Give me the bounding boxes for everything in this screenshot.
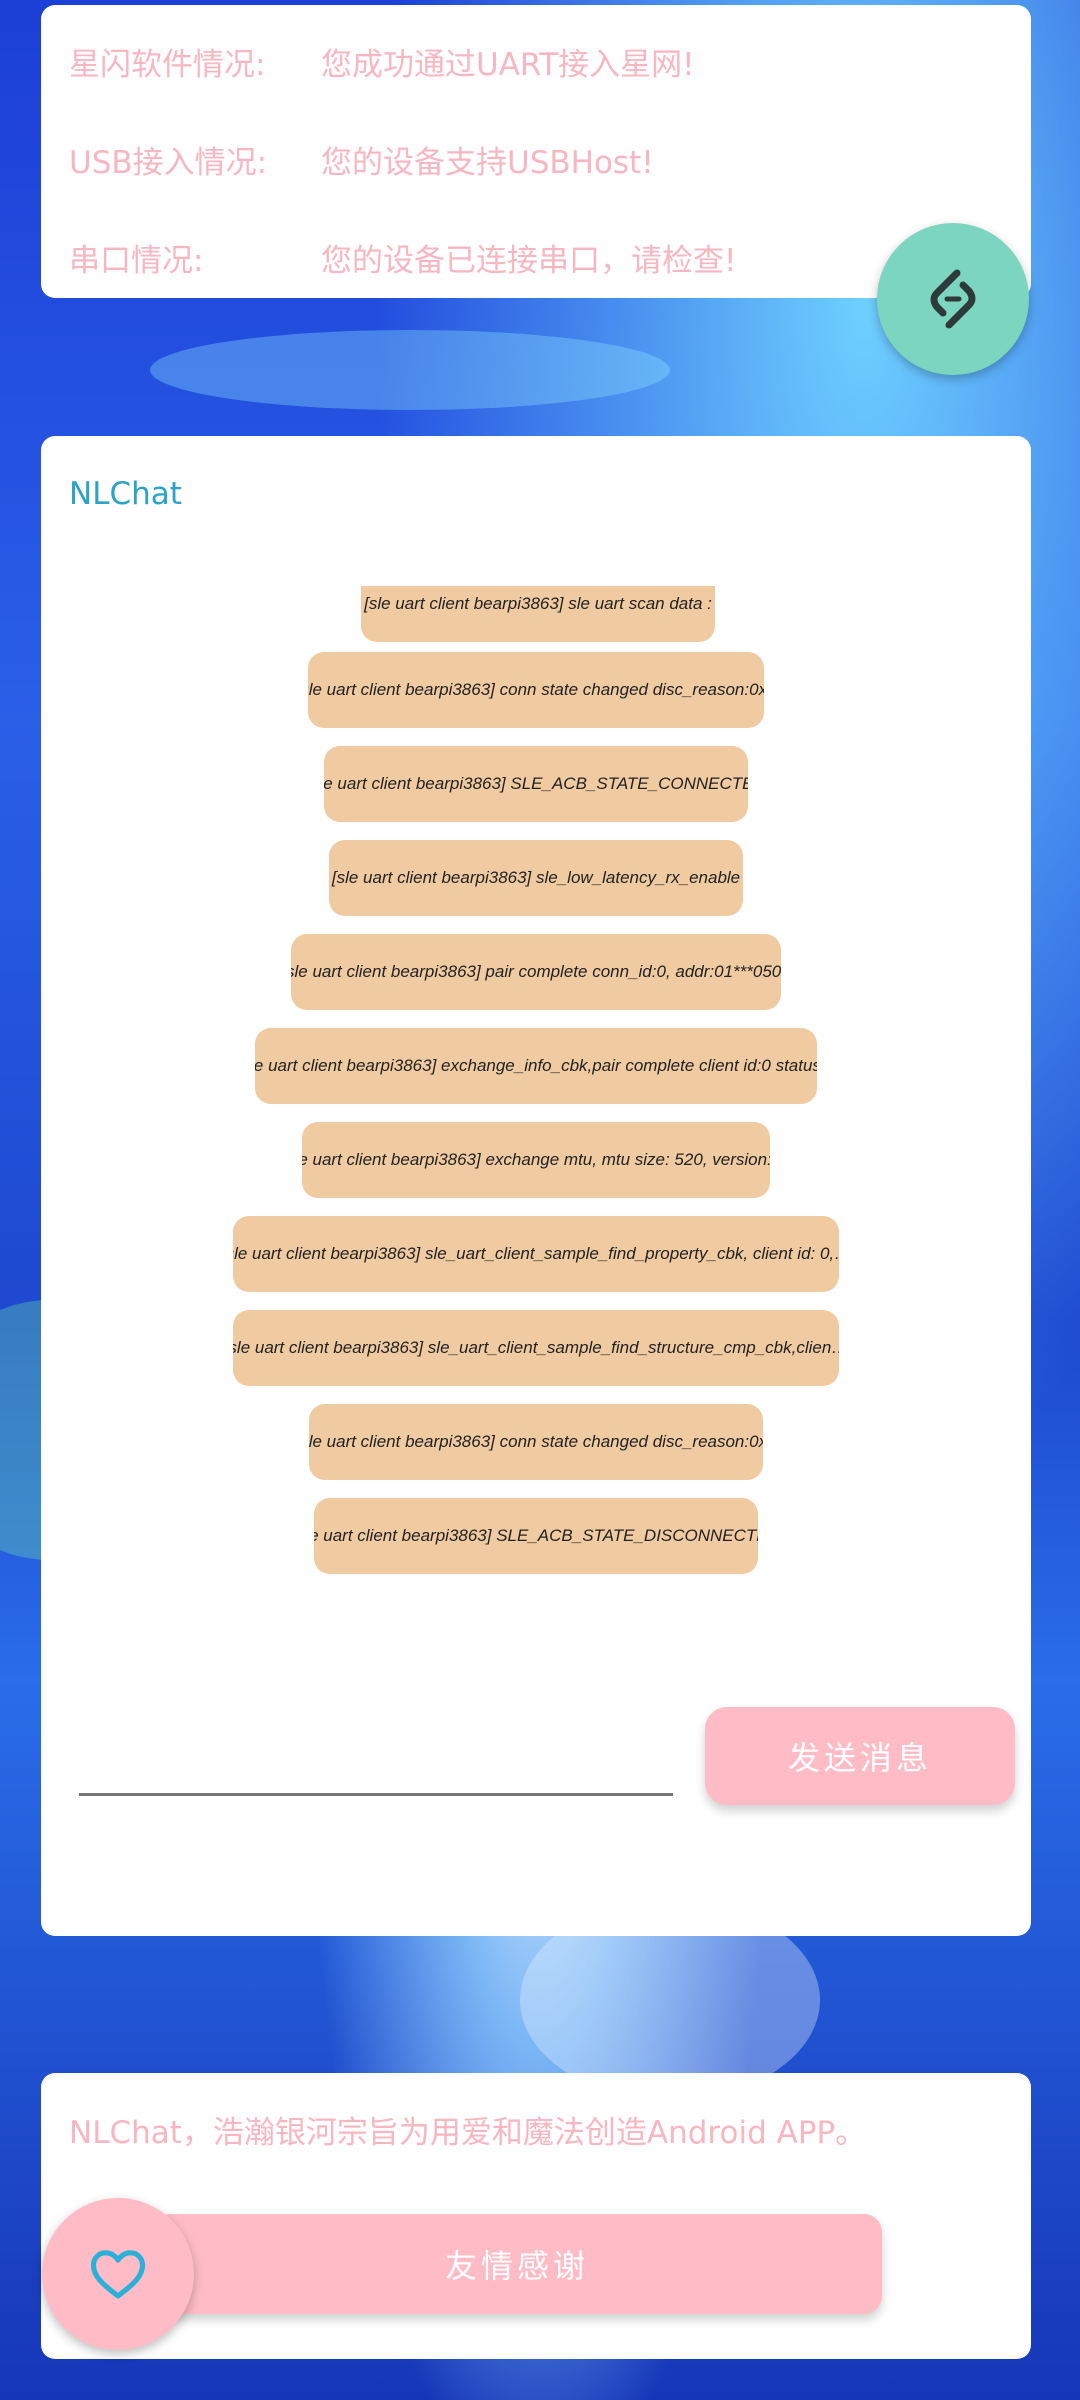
status-value: 您的设备支持USBHost! xyxy=(321,145,654,181)
status-value: 您的设备已连接串口，请检查! xyxy=(321,243,737,279)
message-bubble: [sle uart client bearpi3863] sle_low_lat… xyxy=(329,840,743,916)
status-label: 星闪软件情况: xyxy=(69,47,266,83)
message-bubble: [sle uart client bearpi3863] conn state … xyxy=(308,652,764,728)
status-value: 您成功通过UART接入星网! xyxy=(321,47,695,83)
message-bubble: [sle uart client bearpi3863] conn state … xyxy=(309,1404,763,1480)
message-bubble: [sle uart client bearpi3863] exchange mt… xyxy=(302,1122,770,1198)
message-bubble: [sle uart client bearpi3863] SLE_ACB_STA… xyxy=(324,746,748,822)
status-card: 星闪软件情况: 您成功通过UART接入星网! USB接入情况: 您的设备支持USBH… xyxy=(41,5,1031,298)
heart-fab-button[interactable] xyxy=(42,2198,194,2350)
background-decoration xyxy=(150,330,670,410)
message-bubble: [sle uart client bearpi3863] SLE_ACB_STA… xyxy=(314,1498,758,1574)
heart-icon xyxy=(90,2250,146,2299)
link-logo-icon xyxy=(930,269,976,329)
message-list[interactable]: [sle uart client bearpi3863] sle uart sc… xyxy=(41,586,1031,1586)
status-row-usb: USB接入情况: 您的设备支持USBHost! xyxy=(69,137,654,182)
about-text: NLChat，浩瀚银河宗旨为用爱和魔法创造Android APP。 xyxy=(69,2115,867,2151)
message-input[interactable] xyxy=(79,1751,673,1796)
connect-fab-button[interactable] xyxy=(877,223,1029,375)
message-bubble: [sle uart client bearpi3863] exchange_in… xyxy=(255,1028,817,1104)
send-message-button[interactable]: 发送消息 xyxy=(705,1707,1015,1805)
chat-card: NLChat [sle uart client bearpi3863] sle … xyxy=(41,436,1031,1936)
message-bubble: [sle uart client bearpi3863] sle uart sc… xyxy=(361,586,715,642)
status-row-serial: 串口情况: 您的设备已连接串口，请检查! xyxy=(69,235,736,280)
message-bubble: [sle uart client bearpi3863] sle_uart_cl… xyxy=(233,1216,839,1292)
thanks-button[interactable]: 友情感谢 xyxy=(152,2214,882,2314)
about-card: NLChat，浩瀚银河宗旨为用爱和魔法创造Android APP。 友情感谢 xyxy=(41,2073,1031,2359)
message-bubble: [sle uart client bearpi3863] sle_uart_cl… xyxy=(233,1310,839,1386)
chat-title: NLChat xyxy=(69,476,182,512)
status-label: 串口情况: xyxy=(69,243,204,279)
status-label: USB接入情况: xyxy=(69,145,268,181)
status-row-sle: 星闪软件情况: 您成功通过UART接入星网! xyxy=(69,39,695,84)
message-bubble: [sle uart client bearpi3863] pair comple… xyxy=(291,934,781,1010)
